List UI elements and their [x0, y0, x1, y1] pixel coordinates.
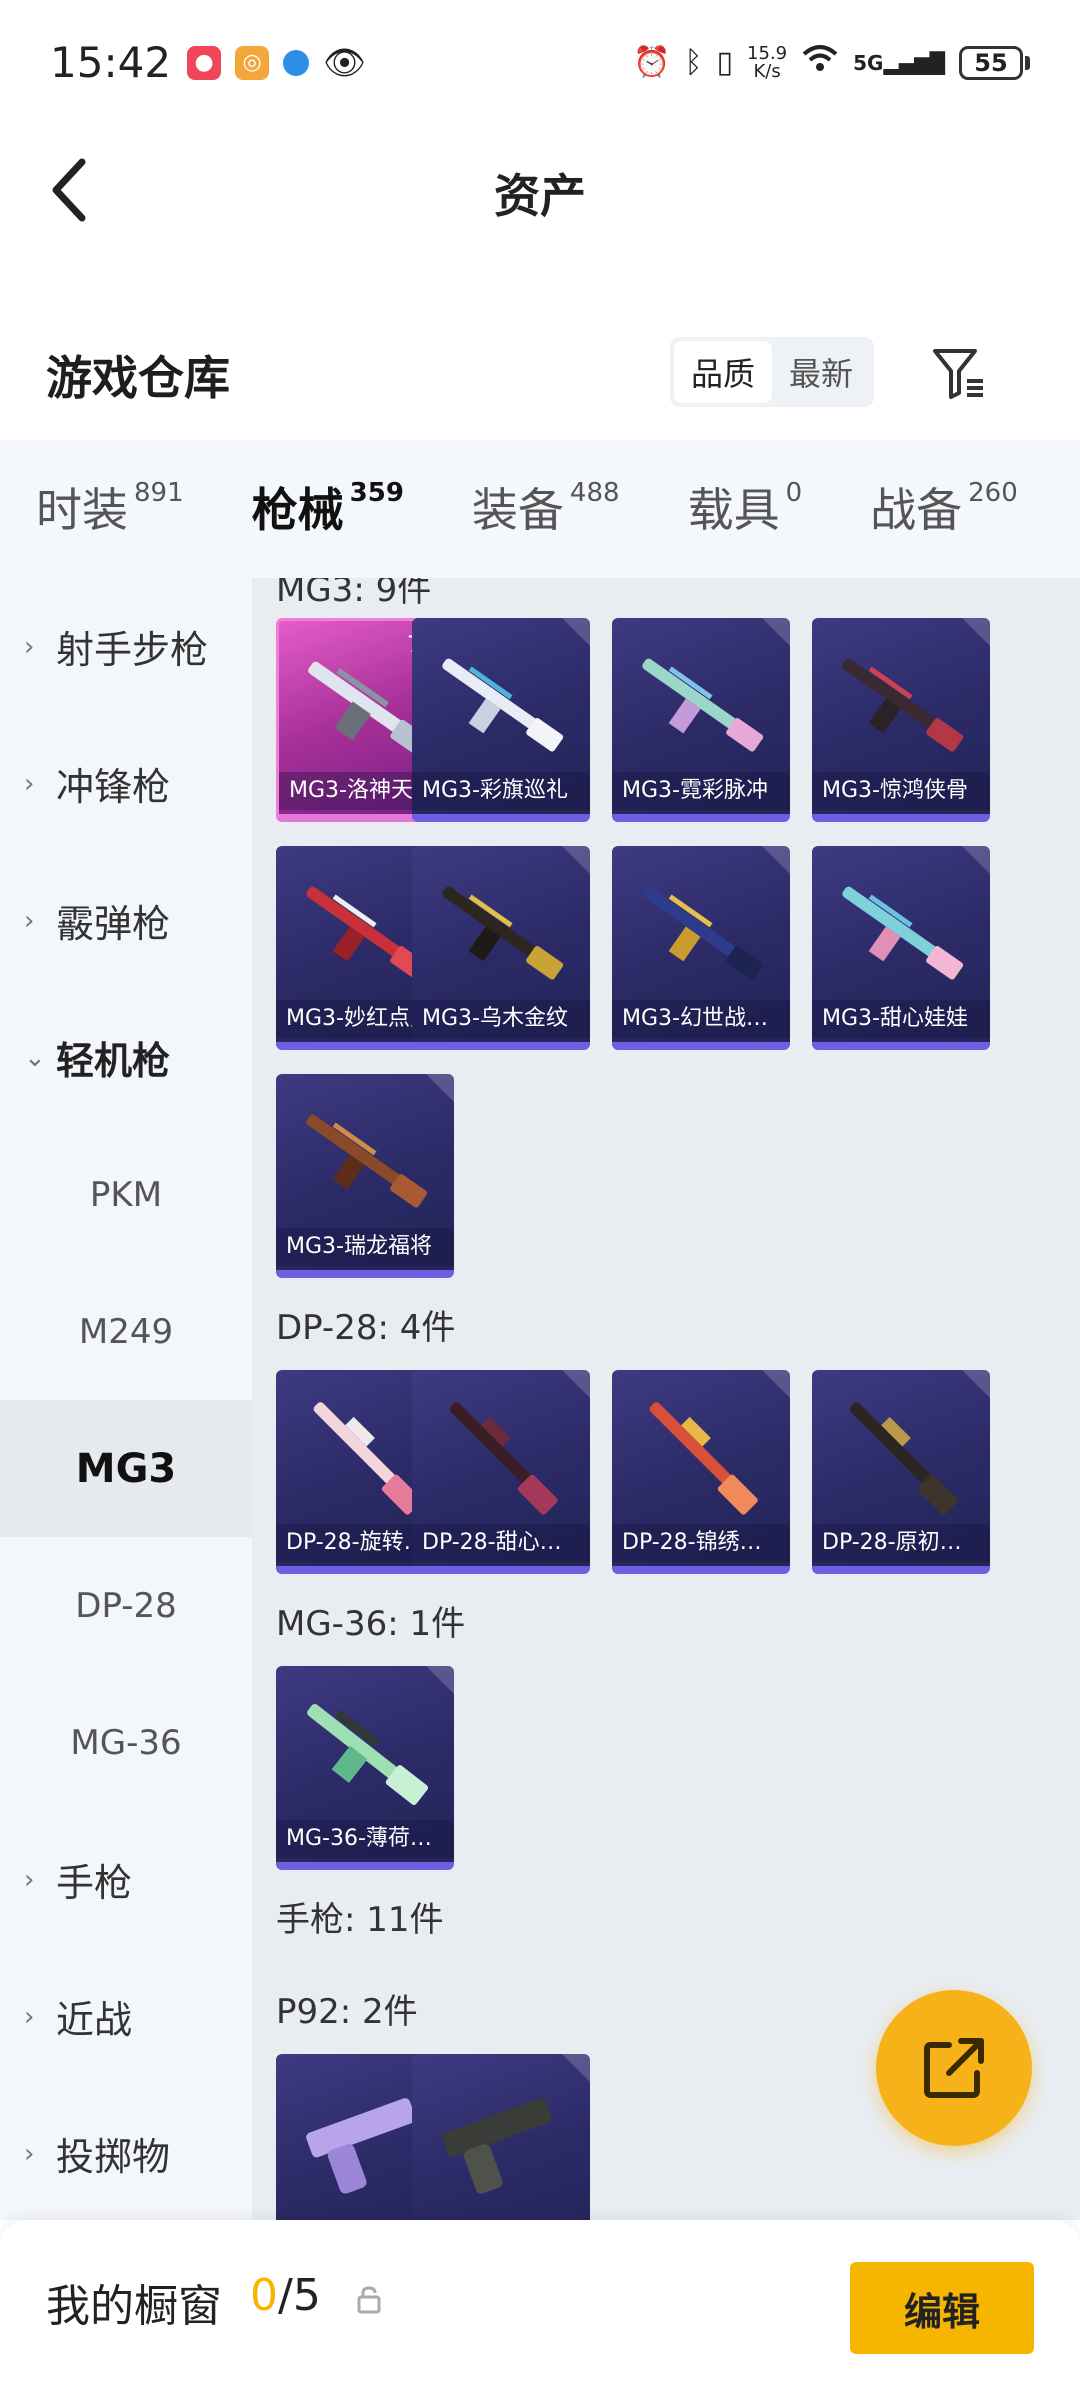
weapon-category-sidebar: › 射手步枪 › 冲锋枪 › 霰弹枪 ⌄ 轻机枪 PKM M249 MG3 DP-28 …: [0, 578, 252, 2220]
weapon-image: [442, 658, 564, 752]
sidebar-item-lmg[interactable]: ⌄ 轻机枪: [0, 989, 252, 1126]
sidebar-item-throwables[interactable]: › 投掷物: [0, 2085, 252, 2222]
wifi-icon: [801, 44, 839, 82]
weapon-image: [642, 658, 764, 752]
share-button[interactable]: [876, 1990, 1032, 2146]
group-header-mg3: MG3: 9件: [276, 578, 432, 610]
weapon-card[interactable]: DP-28-原初…: [812, 1370, 990, 1574]
weapon-grid: MG3: 9件 7级 MG3-洛神天依 MG3-彩旗巡礼 MG3-霓彩脉冲 MG…: [252, 578, 1080, 2220]
sidebar-item-marksman-rifle[interactable]: › 射手步枪: [0, 578, 252, 715]
group-header-mg36: MG-36: 1件: [276, 1604, 466, 1644]
weapon-card[interactable]: MG3-彩旗巡礼: [412, 618, 590, 822]
weapon-card[interactable]: MG3-惊鸿侠骨: [812, 618, 990, 822]
vibrate-icon: ▯: [716, 45, 734, 80]
weapon-image: [442, 2098, 552, 2194]
sidebar-item-shotgun[interactable]: › 霰弹枪: [0, 852, 252, 989]
bluetooth-icon: ᛒ: [684, 45, 703, 80]
weapon-card[interactable]: [412, 2054, 590, 2220]
app-notification-icon: ●: [187, 45, 222, 80]
signal-icon: 5G▂▄▆█: [853, 50, 945, 75]
network-speed: 15.9 K/s: [747, 42, 788, 82]
sort-toggle: 品质 最新: [670, 337, 874, 407]
sidebar-item-smg[interactable]: › 冲锋枪: [0, 715, 252, 852]
chevron-right-icon: ›: [24, 768, 35, 799]
sidebar-sub-mg36[interactable]: MG-36: [0, 1674, 252, 1811]
weapon-image: [306, 1114, 428, 1208]
weapon-image: [842, 886, 964, 980]
chevron-right-icon: ›: [24, 631, 35, 662]
sidebar-item-pistol[interactable]: › 手枪: [0, 1811, 252, 1948]
alarm-icon: ⏰: [633, 45, 671, 80]
tab-vehicles[interactable]: 载具 0: [688, 474, 803, 544]
weapon-image: [307, 1704, 429, 1805]
weapon-image: [442, 886, 564, 980]
weapon-card[interactable]: DP-28-甜心…: [412, 1370, 590, 1574]
weapon-card[interactable]: MG3-幻世战…: [612, 846, 790, 1050]
warehouse-title: 游戏仓库: [46, 351, 230, 405]
sort-latest[interactable]: 最新: [772, 341, 870, 403]
battery-icon: 55: [959, 45, 1030, 80]
weapon-card[interactable]: DP-28-锦绣…: [612, 1370, 790, 1574]
chevron-down-icon: ⌄: [24, 1042, 46, 1073]
tab-supplies[interactable]: 战备 260: [870, 474, 1018, 544]
tab-fashion[interactable]: 时装 891: [36, 474, 184, 544]
sidebar-sub-m249[interactable]: M249: [0, 1263, 252, 1400]
lock-icon: [357, 2286, 381, 2314]
sidebar-sub-dp28[interactable]: DP-28: [0, 1537, 252, 1674]
weapon-card[interactable]: MG3-乌木金纹: [412, 846, 590, 1050]
sidebar-item-melee[interactable]: › 近战: [0, 1948, 252, 2085]
tab-equipment[interactable]: 装备 488: [472, 474, 620, 544]
eye-icon: 👁: [323, 42, 367, 83]
chevron-right-icon: ›: [24, 2138, 35, 2169]
browser-icon: [283, 49, 310, 76]
nav-bar: 资产: [0, 125, 1080, 255]
weapon-card[interactable]: MG3-瑞龙福将: [276, 1074, 454, 1278]
group-header-p92: P92: 2件: [276, 1992, 418, 2032]
weapon-card[interactable]: MG-36-薄荷…: [276, 1666, 454, 1870]
weapon-image: [849, 1402, 958, 1515]
weapon-image: [649, 1402, 758, 1515]
sidebar-sub-mg3[interactable]: MG3: [0, 1400, 252, 1537]
weapon-card[interactable]: MG3-霓彩脉冲: [612, 618, 790, 822]
status-bar: 15:42 ● ◎ 👁 ⏰ ᛒ ▯ 15.9 K/s 5G▂▄▆█ 55: [0, 0, 1080, 125]
weapon-image: [449, 1402, 558, 1515]
sort-quality[interactable]: 品质: [674, 341, 772, 403]
status-time: 15:42: [50, 38, 172, 87]
chevron-right-icon: ›: [24, 905, 35, 936]
showcase-label: 我的橱窗: [46, 2281, 222, 2332]
showcase-count: 0/5: [250, 2270, 321, 2321]
edit-button[interactable]: 编辑: [850, 2262, 1034, 2354]
warehouse-header: 游戏仓库 品质 最新: [0, 320, 1080, 440]
share-icon: [924, 2038, 984, 2098]
page-title: 资产: [494, 169, 586, 223]
sidebar-sub-pkm[interactable]: PKM: [0, 1126, 252, 1263]
app-notification-icon: ◎: [235, 45, 270, 80]
chevron-right-icon: ›: [24, 1864, 35, 1895]
weapon-image: [642, 886, 764, 980]
group-header-pistol: 手枪: 11件: [276, 1900, 444, 1940]
category-tabs: 时装 891 枪械 359 装备 488 载具 0 战备 260: [0, 440, 1080, 586]
showcase-bar: 我的橱窗 0/5 编辑: [0, 2220, 1080, 2382]
tab-firearms[interactable]: 枪械 359: [252, 474, 404, 586]
group-header-dp28: DP-28: 4件: [276, 1308, 456, 1348]
weapon-card[interactable]: MG3-甜心娃娃: [812, 846, 990, 1050]
filter-icon[interactable]: [926, 340, 992, 406]
weapon-image: [842, 658, 964, 752]
chevron-right-icon: ›: [24, 2001, 35, 2032]
